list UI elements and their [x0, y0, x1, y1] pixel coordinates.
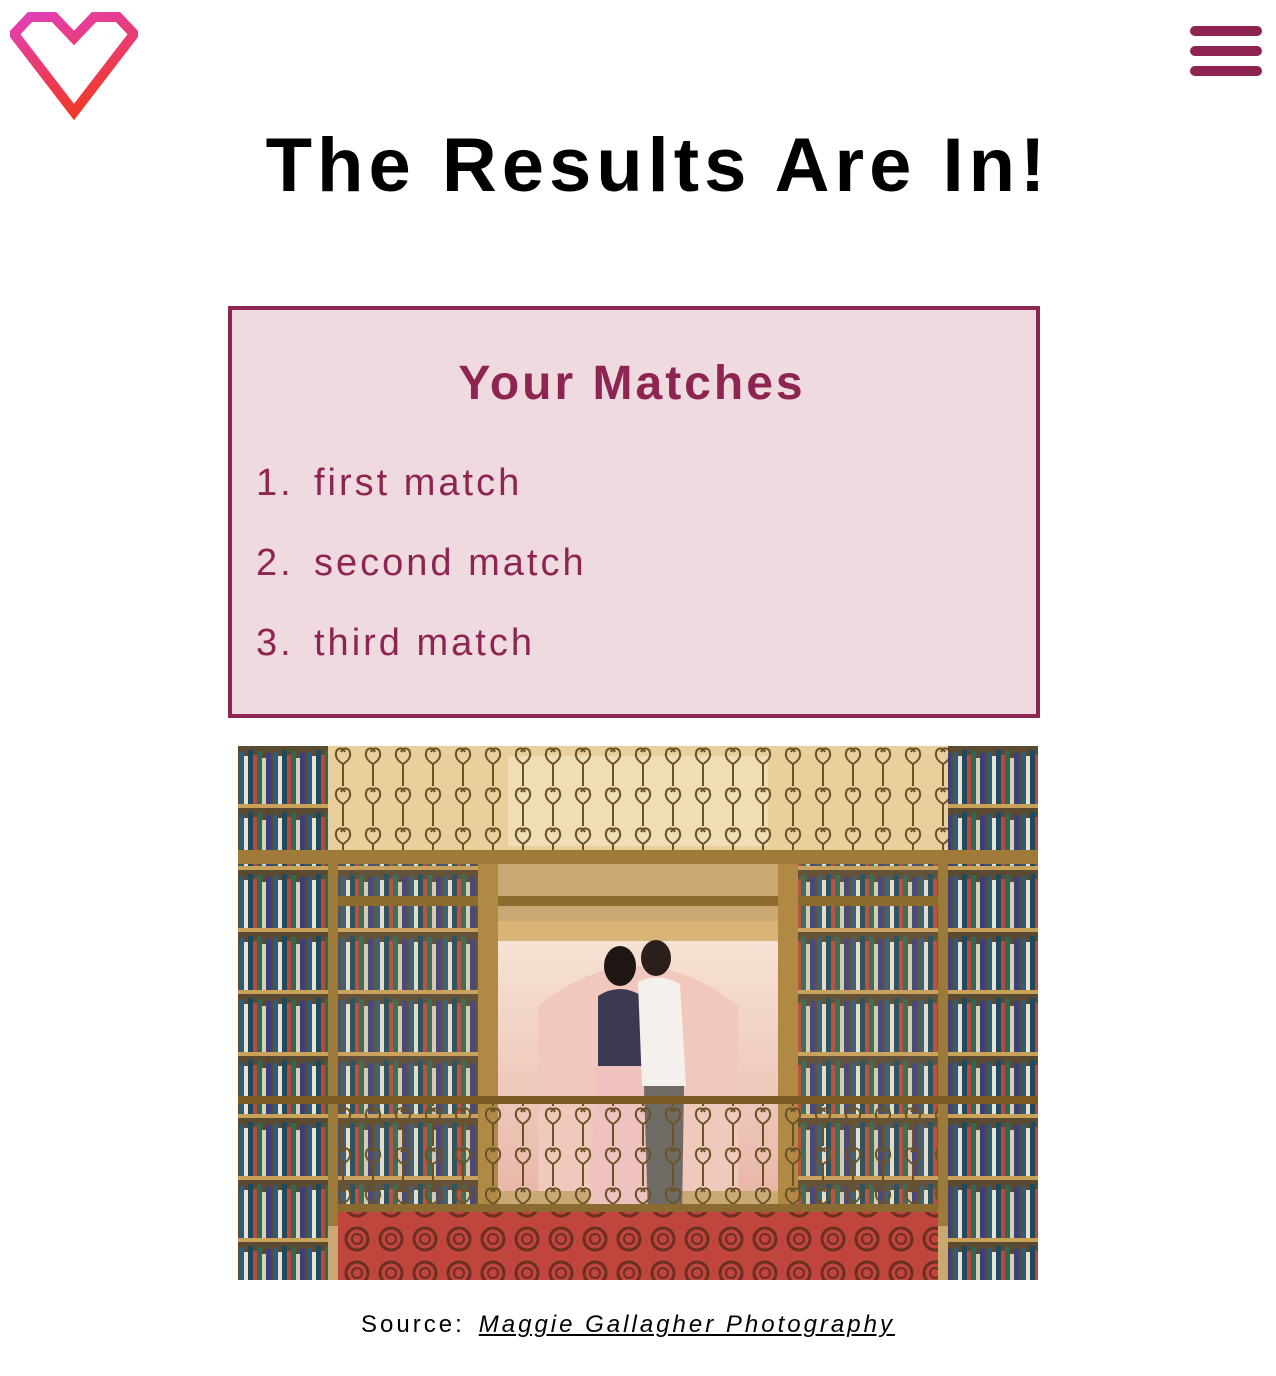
hamburger-menu-icon[interactable]	[1190, 26, 1264, 76]
matches-panel: Your Matches 1. first match 2. second matc…	[228, 306, 1040, 718]
match-number: 3.	[256, 622, 294, 664]
match-label: first match	[314, 462, 523, 504]
list-item[interactable]: 1. first match	[256, 460, 587, 540]
credit-prefix: Source:	[361, 1311, 465, 1338]
match-number: 1.	[256, 462, 294, 504]
menu-bar	[1190, 26, 1262, 36]
match-list: 1. first match 2. second match 3. third mat…	[256, 460, 587, 700]
menu-bar	[1190, 66, 1262, 76]
photographer-link[interactable]: Maggie Gallagher Photography	[479, 1311, 895, 1338]
matches-heading: Your Matches	[458, 357, 806, 410]
page-title: The Results Are In!	[265, 123, 1051, 208]
match-label: second match	[314, 542, 587, 584]
photo-credit: Source: Maggie Gallagher Photography	[0, 1308, 1256, 1342]
match-number: 2.	[256, 542, 294, 584]
couple-library-photo	[238, 746, 1038, 1280]
list-item[interactable]: 3. third match	[256, 620, 587, 700]
list-item[interactable]: 2. second match	[256, 540, 587, 620]
heart-logo-icon[interactable]	[7, 12, 141, 121]
match-label: third match	[314, 622, 535, 664]
menu-bar	[1190, 46, 1262, 56]
